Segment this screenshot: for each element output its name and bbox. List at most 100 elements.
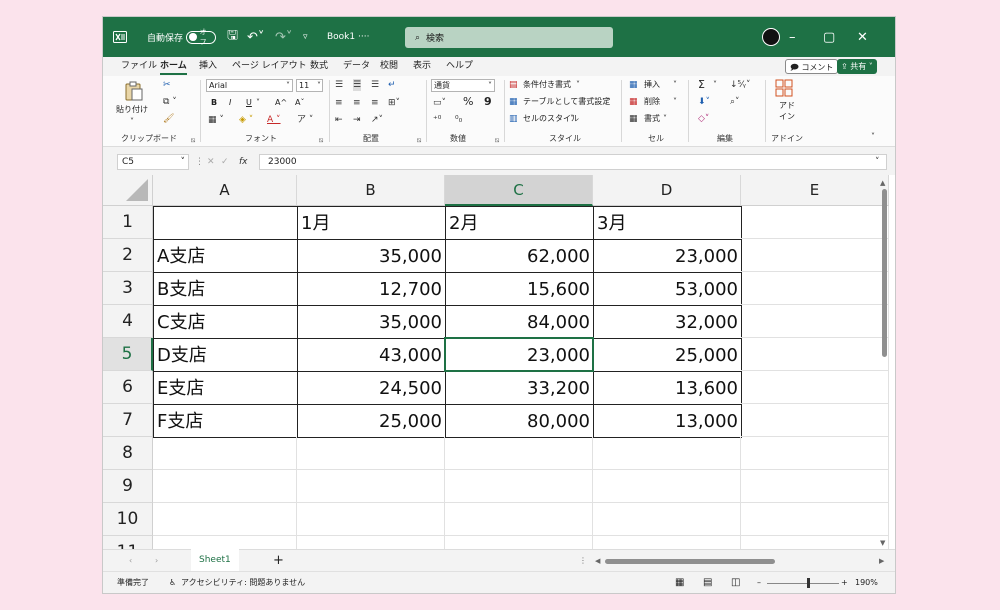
chevron-down-icon[interactable]: ˅ bbox=[713, 79, 717, 91]
cell-b1[interactable]: 1月 bbox=[297, 206, 446, 240]
cell-b2[interactable]: 35,000 bbox=[297, 239, 446, 273]
find-select-icon[interactable]: ⌕˅ bbox=[730, 96, 740, 108]
decrease-decimal-icon[interactable]: ⁰₀ bbox=[455, 114, 462, 126]
cell-c10[interactable] bbox=[445, 503, 593, 536]
zoom-out-icon[interactable]: – bbox=[757, 572, 761, 593]
merge-center-icon[interactable]: ⊞˅ bbox=[388, 97, 400, 109]
autosave-toggle[interactable]: オフ bbox=[186, 17, 216, 57]
row-header-1[interactable]: 1 bbox=[103, 206, 153, 239]
cell-a7[interactable]: F支店 bbox=[153, 404, 298, 438]
cell-a6[interactable]: E支店 bbox=[153, 371, 298, 405]
align-right-icon[interactable]: ≡ bbox=[371, 97, 379, 109]
column-header-c[interactable]: C bbox=[445, 175, 593, 206]
clear-icon[interactable]: ◇˅ bbox=[698, 113, 709, 125]
name-box[interactable]: C5 ˅ bbox=[117, 154, 189, 170]
wrap-text-icon[interactable]: ↵ bbox=[388, 79, 396, 91]
conditional-format-button[interactable]: 条件付き書式 bbox=[523, 79, 571, 91]
cell-c8[interactable] bbox=[445, 437, 593, 470]
cell-a8[interactable] bbox=[153, 437, 297, 470]
accounting-format-icon[interactable]: ▭˅ bbox=[433, 97, 446, 109]
normal-view-icon[interactable]: ▦ bbox=[675, 572, 684, 593]
cell-c5[interactable]: 23,000 bbox=[445, 338, 594, 372]
cell-e1[interactable] bbox=[741, 206, 889, 239]
scroll-down-icon[interactable]: ▼ bbox=[880, 537, 885, 549]
underline-button[interactable]: U bbox=[246, 97, 252, 109]
row-header-11[interactable]: 11 bbox=[103, 536, 153, 549]
cell-b4[interactable]: 35,000 bbox=[297, 305, 446, 339]
increase-decimal-icon[interactable]: ⁺⁰ bbox=[433, 114, 441, 126]
share-button[interactable]: ⇪ 共有 ˅ bbox=[837, 59, 877, 74]
percent-button[interactable]: % bbox=[463, 96, 473, 108]
cell-d11[interactable] bbox=[593, 536, 741, 549]
cell-b9[interactable] bbox=[297, 470, 445, 503]
insert-function-icon[interactable]: fx bbox=[239, 156, 248, 168]
cell-e7[interactable] bbox=[741, 404, 889, 437]
cancel-icon[interactable]: ✕ bbox=[207, 156, 215, 168]
cell-d7[interactable]: 13,000 bbox=[593, 404, 742, 438]
cell-a2[interactable]: A支店 bbox=[153, 239, 298, 273]
column-header-e[interactable]: E bbox=[741, 175, 889, 206]
comma-button[interactable]: 9 bbox=[484, 96, 492, 108]
decrease-font-button[interactable]: Aˇ bbox=[295, 97, 304, 109]
cell-e4[interactable] bbox=[741, 305, 889, 338]
tab-page-layout[interactable]: ページ レイアウト bbox=[232, 57, 307, 76]
font-name-dropdown[interactable]: Arial ˅ bbox=[206, 79, 293, 92]
fill-icon[interactable]: ⬇˅ bbox=[698, 96, 710, 108]
tab-insert[interactable]: 挿入 bbox=[199, 57, 217, 76]
zoom-in-icon[interactable]: + bbox=[841, 572, 848, 593]
row-header-10[interactable]: 10 bbox=[103, 503, 153, 536]
cell-a11[interactable] bbox=[153, 536, 297, 549]
cell-a1[interactable] bbox=[153, 206, 298, 240]
row-header-6[interactable]: 6 bbox=[103, 371, 153, 404]
redo-icon[interactable]: ↷˅ bbox=[275, 17, 292, 57]
chevron-down-icon[interactable]: ˅ bbox=[576, 79, 580, 91]
tab-help[interactable]: ヘルプ bbox=[446, 57, 473, 76]
enter-icon[interactable]: ✓ bbox=[221, 156, 229, 168]
insert-cells-button[interactable]: 挿入 bbox=[644, 79, 660, 91]
page-break-view-icon[interactable]: ◫ bbox=[731, 572, 740, 593]
cell-d9[interactable] bbox=[593, 470, 741, 503]
cell-e9[interactable] bbox=[741, 470, 889, 503]
column-header-a[interactable]: A bbox=[153, 175, 297, 206]
cell-c3[interactable]: 15,600 bbox=[445, 272, 594, 306]
tab-formulas[interactable]: 数式 bbox=[310, 57, 328, 76]
zoom-slider[interactable] bbox=[767, 583, 839, 584]
cell-c1[interactable]: 2月 bbox=[445, 206, 594, 240]
cell-c2[interactable]: 62,000 bbox=[445, 239, 594, 273]
number-launcher-icon[interactable]: ⧅ bbox=[495, 136, 499, 145]
delete-cells-icon[interactable]: ▦ bbox=[629, 96, 638, 108]
fill-color-icon[interactable]: ◈ ˅ bbox=[239, 114, 253, 126]
zoom-slider-thumb[interactable] bbox=[807, 578, 810, 588]
cell-a4[interactable]: C支店 bbox=[153, 305, 298, 339]
cell-e8[interactable] bbox=[741, 437, 889, 470]
alignment-launcher-icon[interactable]: ⧅ bbox=[417, 136, 421, 145]
add-sheet-button[interactable]: + bbox=[273, 550, 284, 572]
row-header-9[interactable]: 9 bbox=[103, 470, 153, 503]
cell-e10[interactable] bbox=[741, 503, 889, 536]
cell-e11[interactable] bbox=[741, 536, 889, 549]
cell-c7[interactable]: 80,000 bbox=[445, 404, 594, 438]
row-header-8[interactable]: 8 bbox=[103, 437, 153, 470]
number-format-dropdown[interactable]: 通貨 ˅ bbox=[431, 79, 495, 92]
align-bottom-icon[interactable]: ☰ bbox=[371, 79, 379, 91]
comment-button[interactable]: 🗩 コメント bbox=[785, 59, 839, 74]
cell-b5[interactable]: 43,000 bbox=[297, 338, 446, 372]
tab-home[interactable]: ホーム bbox=[160, 57, 187, 75]
decrease-indent-icon[interactable]: ⇤ bbox=[335, 114, 343, 126]
font-size-dropdown[interactable]: 11 ˅ bbox=[296, 79, 323, 92]
cell-a10[interactable] bbox=[153, 503, 297, 536]
sort-filter-icon[interactable]: ↓⁵⁄ᵧ˅ bbox=[730, 79, 751, 91]
zoom-level[interactable]: 190% bbox=[855, 572, 878, 593]
cell-b8[interactable] bbox=[297, 437, 445, 470]
underline-dropdown-icon[interactable]: ˅ bbox=[256, 97, 260, 109]
cell-b7[interactable]: 25,000 bbox=[297, 404, 446, 438]
cell-e5[interactable] bbox=[741, 338, 889, 371]
cell-d10[interactable] bbox=[593, 503, 741, 536]
paste-label[interactable]: 貼り付け bbox=[116, 104, 148, 116]
format-cells-icon[interactable]: ▦ bbox=[629, 113, 638, 125]
format-as-table-icon[interactable]: ▦ bbox=[509, 96, 518, 108]
search-box[interactable]: ⌕ 検索 bbox=[405, 27, 613, 48]
borders-icon[interactable]: ▦ ˅ bbox=[208, 114, 224, 126]
column-header-d[interactable]: D bbox=[593, 175, 741, 206]
paste-icon[interactable] bbox=[125, 81, 143, 104]
